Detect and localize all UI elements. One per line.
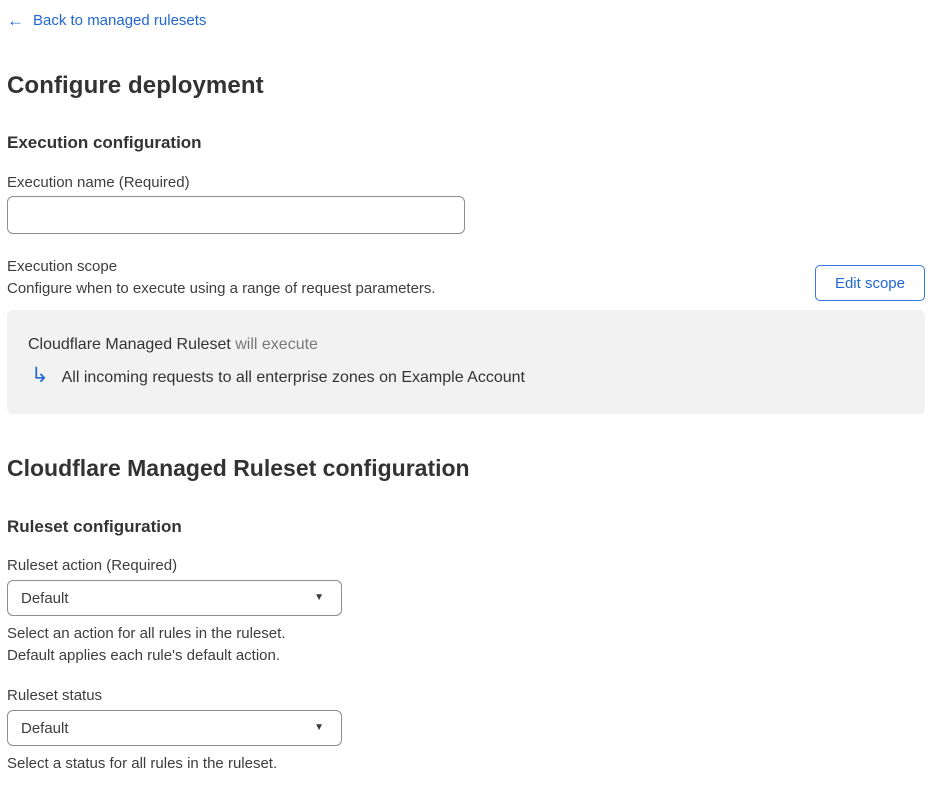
chevron-down-icon: ▼ <box>314 722 324 733</box>
ruleset-action-label: Ruleset action (Required) <box>7 557 178 574</box>
ruleset-status-helper: Select a status for all rules in the rul… <box>7 753 925 775</box>
back-to-managed-rulesets-link[interactable]: ← Back to managed rulesets <box>7 12 206 29</box>
back-link-label: Back to managed rulesets <box>33 12 207 29</box>
ruleset-configuration-subheading: Ruleset configuration <box>7 517 182 536</box>
ruleset-action-select[interactable]: Default ▼ <box>7 580 342 616</box>
back-arrow-icon: ← <box>7 11 24 30</box>
execution-scope-summary: ↳ All incoming requests to all enterpris… <box>28 364 904 388</box>
ruleset-action-helper-line1: Select an action for all rules in the ru… <box>7 625 286 642</box>
will-execute-text: will execute <box>230 336 318 353</box>
ruleset-action-helper-line2: Default applies each rule's default acti… <box>7 647 281 664</box>
execution-summary-line: Cloudflare Managed Ruleset will execute <box>28 336 904 354</box>
ruleset-status-label: Ruleset status <box>7 687 103 704</box>
ruleset-status-select[interactable]: Default ▼ <box>7 710 342 746</box>
execution-scope-label: Execution scope <box>7 258 118 275</box>
chevron-down-icon: ▼ <box>314 592 324 603</box>
execution-configuration-heading: Execution configuration <box>7 133 202 152</box>
edit-scope-button[interactable]: Edit scope <box>814 265 925 301</box>
page-title: Configure deployment <box>7 72 264 99</box>
execution-name-input[interactable] <box>7 196 465 234</box>
branch-arrow-icon: ↳ <box>31 364 49 387</box>
execution-scope-text: Execution scope Configure when to execut… <box>7 258 436 297</box>
ruleset-configuration-heading: Cloudflare Managed Ruleset configuration <box>7 455 470 481</box>
ruleset-action-value: Default <box>21 589 69 607</box>
ruleset-status-value: Default <box>21 719 69 737</box>
scope-summary-text: All incoming requests to all enterprise … <box>61 368 525 386</box>
execution-summary-panel: Cloudflare Managed Ruleset will execute … <box>7 310 925 414</box>
execution-scope-description: Configure when to execute using a range … <box>7 280 436 297</box>
ruleset-status-helper-line1: Select a status for all rules in the rul… <box>7 755 278 772</box>
execution-scope-row: Execution scope Configure when to execut… <box>7 258 925 301</box>
ruleset-name-text: Cloudflare Managed Ruleset <box>28 336 231 353</box>
configure-deployment-page: ← Back to managed rulesets Configure dep… <box>0 0 931 775</box>
ruleset-action-helper: Select an action for all rules in the ru… <box>7 623 925 667</box>
execution-name-label: Execution name (Required) <box>7 174 190 191</box>
